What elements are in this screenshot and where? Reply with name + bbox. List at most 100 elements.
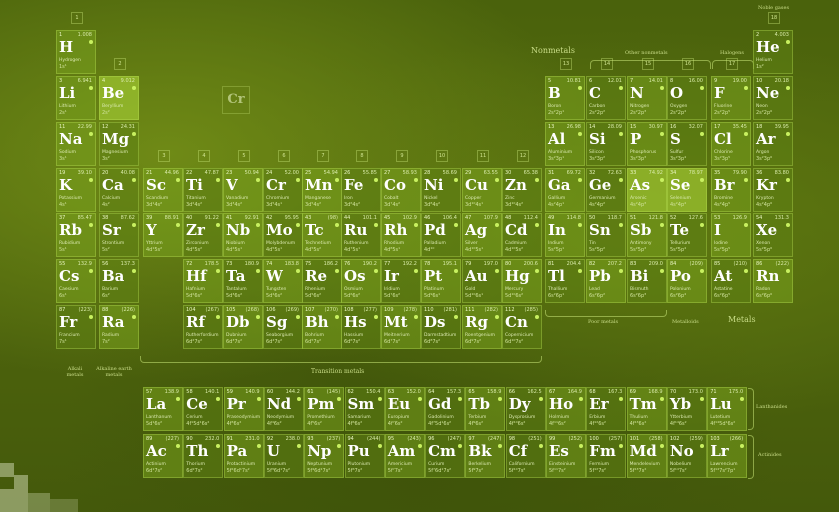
element-cr[interactable]: 24 52.00 Cr Chromium 3d⁵4s¹ [263, 168, 303, 212]
element-br[interactable]: 35 79.90 Br Bromine 4s²4p⁵ [711, 168, 751, 212]
element-sn[interactable]: 50 118.7 Sn Tin 5s²5p² [586, 213, 626, 257]
element-v[interactable]: 23 50.94 V Vanadium 3d³4s² [223, 168, 263, 212]
element-ds[interactable]: 110 (281) Ds Darmstadtium 6d⁸7s² [421, 305, 461, 349]
element-as[interactable]: 33 74.92 As Arsenic 4s²4p³ [627, 168, 667, 212]
element-no[interactable]: 102 (259) No Nobelium 5f¹⁴7s² [666, 434, 707, 478]
element-f[interactable]: 9 19.00 F Fluorine 2s²2p⁵ [711, 76, 751, 120]
element-ti[interactable]: 22 47.87 Ti Titanium 3d²4s² [183, 168, 223, 212]
element-cn[interactable]: 112 (285) Cn Copernicium 6d¹⁰7s² [502, 305, 542, 349]
element-au[interactable]: 79 197.0 Au Gold 5d¹⁰6s¹ [462, 259, 502, 303]
element-re[interactable]: 75 186.2 Re Rhenium 5d⁵6s² [302, 259, 342, 303]
element-he[interactable]: 2 4.003 He Helium 1s² [753, 30, 793, 74]
element-c[interactable]: 6 12.01 C Carbon 2s²2p² [586, 76, 626, 120]
element-ni[interactable]: 28 58.69 Ni Nickel 3d⁸4s² [421, 168, 461, 212]
element-mg[interactable]: 12 24.31 Mg Magnesium 3s² [99, 122, 139, 166]
element-tm[interactable]: 69 168.9 Tm Thulium 4f¹³6s² [626, 387, 667, 431]
element-tc[interactable]: 43 (98) Tc Technetium 4d⁵5s² [302, 213, 342, 257]
element-th[interactable]: 90 232.0 Th Thorium 6d²7s² [183, 434, 224, 478]
element-ho[interactable]: 67 164.9 Ho Holmium 4f¹¹6s² [546, 387, 586, 431]
element-tl[interactable]: 81 204.4 Tl Thallium 6s²6p¹ [545, 259, 585, 303]
element-zn[interactable]: 30 65.38 Zn Zinc 3d¹⁰4s² [502, 168, 542, 212]
element-bh[interactable]: 107 (270) Bh Bohrium 6d⁵7s² [302, 305, 342, 349]
element-gd[interactable]: 64 157.3 Gd Gadolinium 4f⁷5d¹6s² [425, 387, 466, 431]
element-hs[interactable]: 108 (277) Hs Hassium 6d⁶7s² [341, 305, 381, 349]
element-po[interactable]: 84 (209) Po Polonium 6s²6p⁴ [667, 259, 707, 303]
element-np[interactable]: 93 (237) Np Neptunium 5f⁴6d¹7s² [304, 434, 345, 478]
element-al[interactable]: 13 26.98 Al Aluminium 3s²3p¹ [545, 122, 585, 166]
element-fr[interactable]: 87 (223) Fr Francium 7s¹ [56, 305, 96, 349]
element-ta[interactable]: 73 180.9 Ta Tantalum 5d³6s² [223, 259, 263, 303]
element-ar[interactable]: 18 39.95 Ar Argon 3s²3p⁶ [753, 122, 793, 166]
element-in[interactable]: 49 114.8 In Indium 5s²5p¹ [545, 213, 585, 257]
element-b[interactable]: 5 10.81 B Boron 2s²2p¹ [545, 76, 585, 120]
element-si[interactable]: 14 28.09 Si Silicon 3s²3p² [586, 122, 626, 166]
element-ca[interactable]: 20 40.08 Ca Calcium 4s² [99, 168, 139, 212]
element-sm[interactable]: 62 150.4 Sm Samarium 4f⁶6s² [344, 387, 385, 431]
element-sb[interactable]: 51 121.8 Sb Antimony 5s²5p³ [627, 213, 667, 257]
element-h[interactable]: 1 1.008 H Hydrogen 1s¹ [56, 30, 96, 74]
element-rn[interactable]: 86 (222) Rn Radon 6s²6p⁶ [753, 259, 793, 303]
element-pa[interactable]: 91 231.0 Pa Protactinium 5f²6d¹7s² [223, 434, 264, 478]
element-cm[interactable]: 96 (247) Cm Curium 5f⁷6d¹7s² [425, 434, 466, 478]
element-y[interactable]: 39 88.91 Y Yttrium 4d¹5s² [143, 213, 183, 257]
element-ne[interactable]: 10 20.18 Ne Neon 2s²2p⁶ [753, 76, 793, 120]
element-ag[interactable]: 47 107.9 Ag Silver 4d¹⁰5s¹ [462, 213, 502, 257]
element-cl[interactable]: 17 35.45 Cl Chlorine 3s²3p⁵ [711, 122, 751, 166]
element-ge[interactable]: 32 72.63 Ge Germanium 4s²4p² [586, 168, 626, 212]
element-u[interactable]: 92 238.0 U Uranium 5f³6d¹7s² [263, 434, 304, 478]
element-be[interactable]: 4 9.012 Be Beryllium 2s² [99, 76, 139, 120]
element-o[interactable]: 8 16.00 O Oxygen 2s²2p⁴ [667, 76, 707, 120]
element-tb[interactable]: 65 158.9 Tb Terbium 4f⁹6s² [465, 387, 506, 431]
element-fm[interactable]: 100 (257) Fm Fermium 5f¹²7s² [586, 434, 627, 478]
element-mt[interactable]: 109 (278) Mt Meitnerium 6d⁷7s² [381, 305, 421, 349]
element-hf[interactable]: 72 178.5 Hf Hafnium 5d²6s² [183, 259, 223, 303]
element-pb[interactable]: 82 207.2 Pb Lead 6s²6p² [586, 259, 626, 303]
element-xe[interactable]: 54 131.3 Xe Xenon 5s²5p⁶ [753, 213, 793, 257]
element-ra[interactable]: 88 (226) Ra Radium 7s² [99, 305, 139, 349]
element-mn[interactable]: 25 54.94 Mn Manganese 3d⁵4s² [302, 168, 342, 212]
element-ga[interactable]: 31 69.72 Ga Gallium 4s²4p¹ [545, 168, 585, 212]
element-n[interactable]: 7 14.01 N Nitrogen 2s²2p³ [627, 76, 667, 120]
element-kr[interactable]: 36 83.80 Kr Krypton 4s²4p⁶ [753, 168, 793, 212]
element-lr[interactable]: 103 (266) Lr Lawrencium 5f¹⁴7s²7p¹ [707, 434, 748, 478]
element-te[interactable]: 52 127.6 Te Tellurium 5s²5p⁴ [667, 213, 707, 257]
element-fe[interactable]: 26 55.85 Fe Iron 3d⁶4s² [341, 168, 381, 212]
element-er[interactable]: 68 167.3 Er Erbium 4f¹²6s² [586, 387, 627, 431]
element-dy[interactable]: 66 162.5 Dy Dysprosium 4f¹⁰6s² [505, 387, 546, 431]
element-i[interactable]: 53 126.9 I Iodine 5s²5p⁵ [711, 213, 751, 257]
element-la[interactable]: 57 138.9 La Lanthanum 5d¹6s² [143, 387, 183, 431]
element-nb[interactable]: 41 92.91 Nb Niobium 4d⁴5s¹ [223, 213, 263, 257]
element-pm[interactable]: 61 (145) Pm Promethium 4f⁵6s² [304, 387, 345, 431]
element-nd[interactable]: 60 144.2 Nd Neodymium 4f⁴6s² [263, 387, 304, 431]
element-se[interactable]: 34 78.97 Se Selenium 4s²4p⁴ [667, 168, 707, 212]
element-hg[interactable]: 80 200.6 Hg Mercury 5d¹⁰6s² [502, 259, 542, 303]
element-cu[interactable]: 29 63.55 Cu Copper 3d¹⁰4s¹ [462, 168, 502, 212]
element-sg[interactable]: 106 (269) Sg Seaborgium 6d⁴7s² [263, 305, 303, 349]
element-sr[interactable]: 38 87.62 Sr Strontium 5s² [99, 213, 139, 257]
element-li[interactable]: 3 6.941 Li Lithium 2s¹ [56, 76, 96, 120]
element-cs[interactable]: 55 132.9 Cs Caesium 6s¹ [56, 259, 96, 303]
element-sc[interactable]: 21 44.96 Sc Scandium 3d¹4s² [143, 168, 183, 212]
element-na[interactable]: 11 22.99 Na Sodium 3s¹ [56, 122, 96, 166]
element-md[interactable]: 101 (258) Md Mendelevium 5f¹³7s² [626, 434, 667, 478]
element-ce[interactable]: 58 140.1 Ce Cerium 4f¹5d¹6s² [183, 387, 224, 431]
element-bk[interactable]: 97 (247) Bk Berkelium 5f⁹7s² [465, 434, 506, 478]
element-cd[interactable]: 48 112.4 Cd Cadmium 4d¹⁰5s² [502, 213, 542, 257]
element-rb[interactable]: 37 85.47 Rb Rubidium 5s¹ [56, 213, 96, 257]
element-ba[interactable]: 56 137.3 Ba Barium 6s² [99, 259, 139, 303]
element-rf[interactable]: 104 (267) Rf Rutherfordium 6d²7s² [183, 305, 223, 349]
element-mo[interactable]: 42 95.95 Mo Molybdenum 4d⁵5s¹ [263, 213, 303, 257]
element-zr[interactable]: 40 91.22 Zr Zirconium 4d²5s² [183, 213, 223, 257]
element-at[interactable]: 85 (210) At Astatine 6s²6p⁵ [711, 259, 751, 303]
element-rg[interactable]: 111 (282) Rg Roentgenium 6d⁹7s² [462, 305, 502, 349]
element-yb[interactable]: 70 173.0 Yb Ytterbium 4f¹⁴6s² [666, 387, 707, 431]
element-co[interactable]: 27 58.93 Co Cobalt 3d⁷4s² [381, 168, 421, 212]
element-cf[interactable]: 98 (251) Cf Californium 5f¹⁰7s² [505, 434, 546, 478]
element-bi[interactable]: 83 209.0 Bi Bismuth 6s²6p³ [627, 259, 667, 303]
element-os[interactable]: 76 190.2 Os Osmium 5d⁶6s² [341, 259, 381, 303]
element-ir[interactable]: 77 192.2 Ir Iridium 5d⁷6s² [381, 259, 421, 303]
element-rh[interactable]: 45 102.9 Rh Rhodium 4d⁸5s¹ [381, 213, 421, 257]
element-am[interactable]: 95 (243) Am Americium 5f⁷7s² [384, 434, 425, 478]
element-pr[interactable]: 59 140.9 Pr Praseodymium 4f³6s² [223, 387, 264, 431]
element-es[interactable]: 99 (252) Es Einsteinium 5f¹¹7s² [546, 434, 586, 478]
